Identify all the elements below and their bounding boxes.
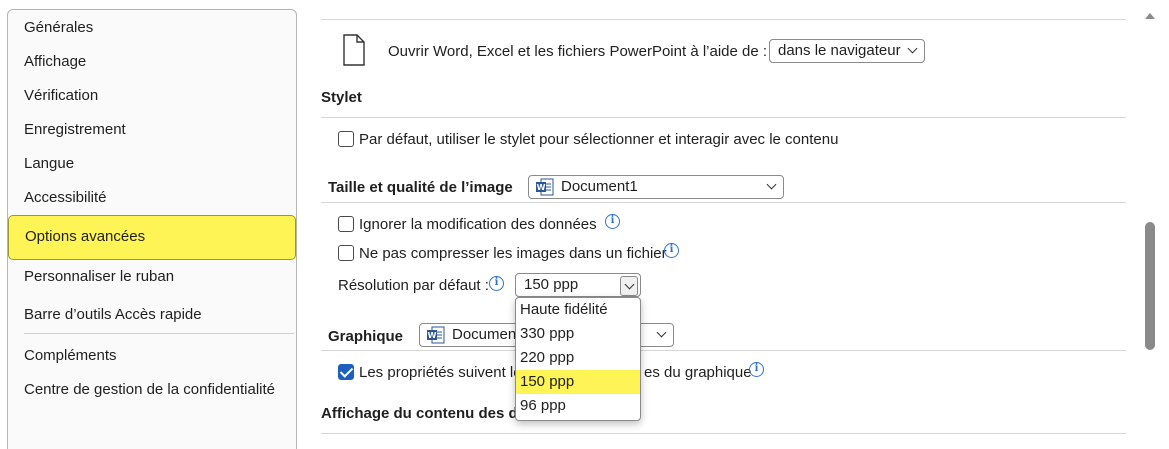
info-icon[interactable]: i: [664, 243, 679, 258]
options-sidebar: Générales Affichage Vérification Enregis…: [7, 9, 297, 449]
resolution-label: Résolution par défaut :: [338, 277, 489, 294]
open-files-select[interactable]: dans le navigateur: [769, 39, 925, 63]
image-document-value: Document1: [561, 178, 638, 195]
ignore-edit-label: Ignorer la modification des données: [359, 216, 597, 233]
no-compress-label: Ne pas compresser les images dans un fic…: [359, 245, 667, 262]
resolution-dropdown-list: Haute fidélité 330 ppp 220 ppp 150 ppp 9…: [515, 297, 641, 421]
image-document-select[interactable]: W Document1: [528, 175, 784, 199]
sidebar-item-affichage[interactable]: Affichage: [24, 53, 86, 70]
scroll-up-arrow-icon[interactable]: [1145, 13, 1155, 19]
info-icon[interactable]: i: [749, 362, 764, 377]
resolution-option-haute-fidelite[interactable]: Haute fidélité: [516, 298, 640, 322]
ignore-edit-checkbox[interactable]: [338, 216, 354, 232]
resolution-option-96[interactable]: 96 ppp: [516, 394, 640, 418]
scrollbar-thumb[interactable]: [1145, 222, 1155, 350]
sidebar-item-generales[interactable]: Générales: [24, 19, 93, 36]
sidebar-item-options-avancees[interactable]: Options avancées: [8, 215, 296, 260]
resolution-option-220[interactable]: 220 ppp: [516, 346, 640, 370]
resolution-option-330[interactable]: 330 ppp: [516, 322, 640, 346]
sidebar-item-confidentialite[interactable]: Centre de gestion de la confidentialité: [24, 381, 275, 398]
affichage-heading: Affichage du contenu des do: [321, 405, 527, 422]
divider: [321, 202, 1126, 203]
divider: [321, 19, 1126, 20]
chart-properties-label-start: Les propriétés suivent le: [359, 364, 522, 381]
sidebar-item-langue[interactable]: Langue: [24, 155, 74, 172]
chart-properties-checkbox[interactable]: [338, 364, 354, 380]
info-icon[interactable]: i: [605, 214, 620, 229]
resolution-select[interactable]: 150 ppp: [515, 273, 641, 297]
chevron-down-icon[interactable]: [620, 276, 638, 296]
sidebar-item-personnaliser-ruban[interactable]: Personnaliser le ruban: [24, 268, 174, 285]
word-doc-icon: W: [427, 326, 445, 344]
sidebar-item-complements[interactable]: Compléments: [24, 347, 117, 364]
divider: [321, 117, 1126, 118]
sidebar-item-verification[interactable]: Vérification: [24, 87, 98, 104]
options-content: Ouvrir Word, Excel et les fichiers Power…: [318, 0, 1128, 440]
no-compress-checkbox[interactable]: [338, 245, 354, 261]
svg-text:W: W: [537, 183, 546, 192]
chevron-down-icon: [766, 179, 777, 190]
resolution-option-150[interactable]: 150 ppp: [516, 370, 640, 394]
stylet-checkbox-label: Par défaut, utiliser le stylet pour séle…: [359, 131, 839, 148]
sidebar-item-accessibilite[interactable]: Accessibilité: [24, 189, 107, 206]
divider: [321, 433, 1126, 434]
divider: [321, 350, 1126, 351]
svg-text:W: W: [428, 331, 437, 340]
resolution-value: 150 ppp: [524, 276, 579, 293]
sidebar-item-barre-outils[interactable]: Barre d’outils Accès rapide: [24, 306, 202, 323]
chevron-down-icon: [656, 327, 667, 338]
open-files-label: Ouvrir Word, Excel et les fichiers Power…: [388, 43, 768, 60]
graphique-heading: Graphique: [328, 328, 404, 345]
open-files-value: dans le navigateur: [778, 42, 901, 59]
chart-properties-label-end: es du graphique: [644, 364, 752, 381]
sidebar-item-enregistrement[interactable]: Enregistrement: [24, 121, 126, 138]
image-heading: Taille et qualité de l’image: [328, 179, 513, 196]
stylet-checkbox[interactable]: [338, 131, 354, 147]
chevron-down-icon: [907, 43, 918, 54]
info-icon[interactable]: i: [489, 276, 504, 291]
word-doc-icon: W: [536, 178, 554, 196]
file-icon: [343, 34, 365, 66]
sidebar-divider: [24, 333, 294, 334]
stylet-heading: Stylet: [321, 89, 362, 106]
